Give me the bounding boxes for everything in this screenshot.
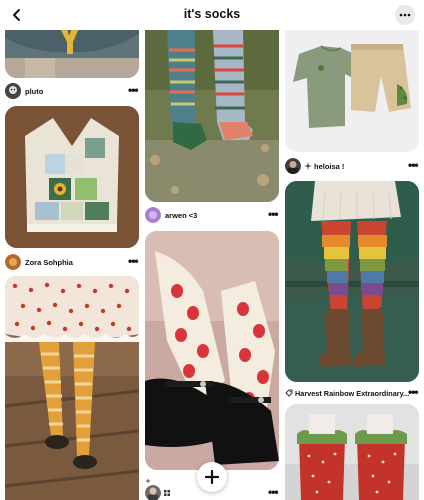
pin-more-button[interactable]: ••• [408,159,419,171]
create-button[interactable] [197,462,227,492]
username: Zora Sohphia [25,257,73,267]
pin-title[interactable]: Harvest Rainbow Extraordinary... [285,384,409,402]
pin-icon [285,389,293,397]
avatar [5,254,21,270]
more-options-button[interactable] [395,5,415,25]
avatar [145,485,161,500]
board-title: it's socks [183,7,241,21]
pin-author[interactable] [145,484,165,500]
avatar [145,207,161,223]
plus-icon [205,470,219,484]
pin-image-striped-tights[interactable] [5,276,139,500]
pin-more-button[interactable]: ••• [128,84,139,96]
pin-more-button[interactable]: ••• [128,255,139,267]
pin-author[interactable]: heloisa ! [285,157,344,175]
username: pluto [25,86,44,96]
pin-title-text: Harvest Rainbow Extraordinary... [295,388,410,398]
pin-image-strawberry-socks[interactable] [145,231,279,470]
username: arwen <3 [165,210,198,220]
more-horizontal-icon [399,13,411,17]
sparkle-icon [304,162,312,170]
pin-more-button[interactable]: ••• [268,208,279,220]
pin-author[interactable]: Zora Sohphia [5,253,73,271]
pin-more-button[interactable]: ••• [408,386,419,398]
top-bar: it's socks [0,0,424,30]
pin-more-button[interactable]: ••• [268,486,279,498]
pin-image-knit-socks[interactable] [145,30,279,202]
avatar [285,158,301,174]
sparkle-icon [145,478,151,484]
grid-icon [164,490,170,496]
avatar [5,83,21,99]
pin-author[interactable]: arwen <3 [145,206,197,224]
pin-image-strawberry-leg-warmers[interactable] [285,404,419,500]
pin-image-green-top-and-shorts[interactable] [285,14,419,152]
pin-image-rainbow-stockings[interactable] [285,181,419,382]
pin-author[interactable]: pluto [5,82,43,100]
pin-image-patchwork-vest[interactable] [5,106,139,248]
username: heloisa ! [314,161,345,171]
